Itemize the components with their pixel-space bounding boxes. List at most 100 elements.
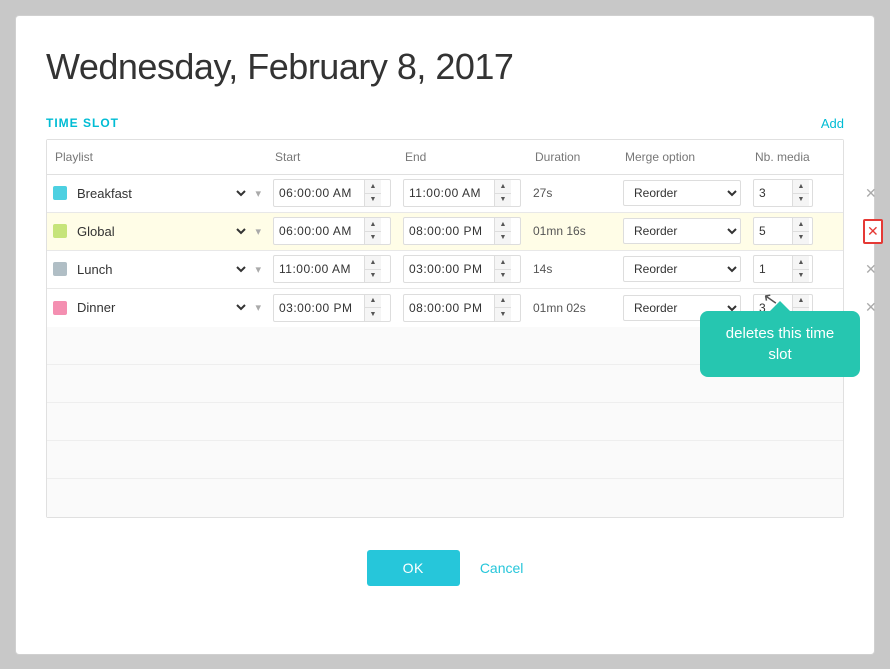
nb-up-btn[interactable]: ▲: [793, 218, 809, 232]
start-down-btn[interactable]: ▼: [365, 270, 381, 283]
merge-select[interactable]: Reorder: [624, 181, 740, 205]
th-merge: Merge option: [617, 146, 747, 168]
end-input[interactable]: [404, 221, 494, 241]
end-up-btn[interactable]: ▲: [495, 180, 511, 194]
start-down-btn[interactable]: ▼: [365, 308, 381, 321]
start-input-wrap: ▲ ▼: [273, 255, 391, 283]
delete-button[interactable]: ✕: [863, 219, 883, 244]
nb-down-btn[interactable]: ▼: [793, 270, 809, 283]
end-cell: ▲ ▼: [397, 175, 527, 211]
nb-spin: ▲ ▼: [792, 295, 809, 321]
th-end: End: [397, 146, 527, 168]
end-down-btn[interactable]: ▼: [495, 232, 511, 245]
merge-select-wrap: Reorder: [623, 295, 741, 321]
nb-down-btn[interactable]: ▼: [793, 232, 809, 245]
delete-button[interactable]: ✕: [863, 297, 879, 318]
nb-input-wrap: ▲ ▼: [753, 294, 813, 322]
end-down-btn[interactable]: ▼: [495, 270, 511, 283]
start-input[interactable]: [274, 183, 364, 203]
playlist-cell: Breakfast ▾: [47, 181, 267, 206]
end-up-btn[interactable]: ▲: [495, 256, 511, 270]
ok-button[interactable]: OK: [367, 550, 460, 586]
start-up-btn[interactable]: ▲: [365, 218, 381, 232]
start-cell: ▲ ▼: [267, 213, 397, 249]
add-link[interactable]: Add: [821, 116, 844, 131]
start-spin: ▲ ▼: [364, 256, 381, 282]
merge-cell: Reorder: [617, 291, 747, 325]
end-up-btn[interactable]: ▲: [495, 295, 511, 309]
cancel-button[interactable]: Cancel: [480, 560, 524, 576]
nb-media-input[interactable]: [754, 221, 792, 241]
playlist-select[interactable]: Global: [73, 223, 249, 240]
table-row: Global ▾ ▲ ▼ ▲ ▼ 01mn: [47, 213, 843, 251]
end-cell: ▲ ▼: [397, 251, 527, 287]
merge-select-wrap: Reorder: [623, 218, 741, 244]
page-title: Wednesday, February 8, 2017: [46, 46, 844, 88]
empty-row: [47, 479, 843, 517]
playlist-select[interactable]: Breakfast: [73, 185, 249, 202]
merge-cell: Reorder: [617, 252, 747, 286]
nb-media-input[interactable]: [754, 183, 792, 203]
duration-cell: 01mn 02s: [527, 297, 617, 319]
nb-media-cell: ▲ ▼: [747, 251, 857, 287]
end-input[interactable]: [404, 259, 494, 279]
table-header: Playlist Start End Duration Merge option…: [47, 140, 843, 175]
empty-rows: [47, 327, 843, 517]
nb-up-btn[interactable]: ▲: [793, 180, 809, 194]
delete-button[interactable]: ✕: [863, 183, 879, 204]
start-up-btn[interactable]: ▲: [365, 180, 381, 194]
dialog: Wednesday, February 8, 2017 TIME SLOT Ad…: [15, 15, 875, 655]
playlist-dropdown-icon: ▾: [255, 301, 261, 314]
end-spin: ▲ ▼: [494, 256, 511, 282]
duration-cell: 27s: [527, 182, 617, 204]
start-spin: ▲ ▼: [364, 295, 381, 321]
delete-button[interactable]: ✕: [863, 259, 879, 280]
start-down-btn[interactable]: ▼: [365, 232, 381, 245]
nb-down-btn[interactable]: ▼: [793, 308, 809, 321]
playlist-select[interactable]: Dinner: [73, 299, 249, 316]
end-up-btn[interactable]: ▲: [495, 218, 511, 232]
merge-select[interactable]: Reorder: [624, 219, 740, 243]
end-input[interactable]: [404, 298, 494, 318]
table-row: Lunch ▾ ▲ ▼ ▲ ▼ 14s: [47, 251, 843, 289]
color-swatch: [53, 224, 67, 238]
end-cell: ▲ ▼: [397, 213, 527, 249]
th-nb-media: Nb. media: [747, 146, 857, 168]
color-swatch: [53, 301, 67, 315]
playlist-cell: Dinner ▾: [47, 295, 267, 320]
playlist-select[interactable]: Lunch: [73, 261, 249, 278]
start-down-btn[interactable]: ▼: [365, 194, 381, 207]
start-input[interactable]: [274, 298, 364, 318]
th-start: Start: [267, 146, 397, 168]
end-down-btn[interactable]: ▼: [495, 194, 511, 207]
nb-media-input[interactable]: [754, 298, 792, 318]
table-body: Breakfast ▾ ▲ ▼ ▲ ▼ 2: [47, 175, 843, 327]
end-input-wrap: ▲ ▼: [403, 217, 521, 245]
playlist-cell: Global ▾: [47, 219, 267, 244]
end-cell: ▲ ▼: [397, 290, 527, 326]
start-input[interactable]: [274, 259, 364, 279]
section-label: TIME SLOT: [46, 116, 119, 130]
start-up-btn[interactable]: ▲: [365, 295, 381, 309]
nb-up-btn[interactable]: ▲: [793, 295, 809, 309]
end-spin: ▲ ▼: [494, 180, 511, 206]
nb-up-btn[interactable]: ▲: [793, 256, 809, 270]
color-swatch: [53, 186, 67, 200]
end-down-btn[interactable]: ▼: [495, 308, 511, 321]
delete-cell: ✕: [857, 215, 887, 248]
nb-media-input[interactable]: [754, 259, 792, 279]
nb-down-btn[interactable]: ▼: [793, 194, 809, 207]
start-input-wrap: ▲ ▼: [273, 294, 391, 322]
playlist-dropdown-icon: ▾: [255, 225, 261, 238]
start-input[interactable]: [274, 221, 364, 241]
nb-input-wrap: ▲ ▼: [753, 255, 813, 283]
start-up-btn[interactable]: ▲: [365, 256, 381, 270]
end-input-wrap: ▲ ▼: [403, 294, 521, 322]
end-input-wrap: ▲ ▼: [403, 179, 521, 207]
nb-media-cell: ▲ ▼: [747, 213, 857, 249]
merge-select[interactable]: Reorder: [624, 257, 740, 281]
end-input[interactable]: [404, 183, 494, 203]
start-cell: ▲ ▼: [267, 290, 397, 326]
merge-select[interactable]: Reorder: [624, 296, 740, 320]
start-input-wrap: ▲ ▼: [273, 179, 391, 207]
